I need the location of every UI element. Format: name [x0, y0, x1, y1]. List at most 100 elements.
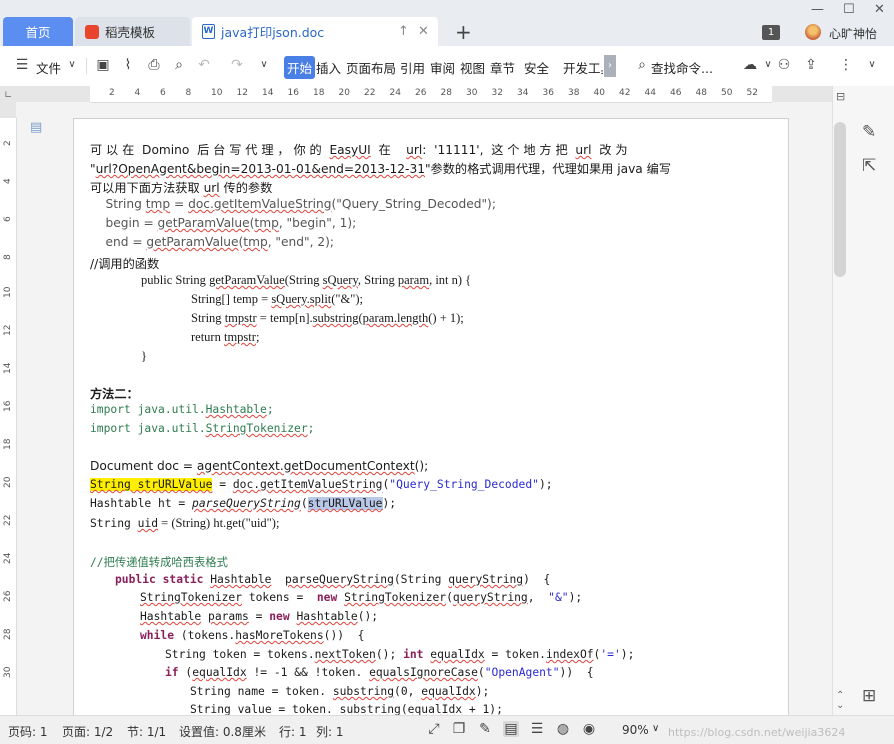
tab-home-label: 首页 — [25, 25, 51, 40]
ruler-tick-label: 8 — [185, 88, 192, 98]
web-view-icon[interactable]: ◍ — [555, 721, 571, 737]
ruler-tick-label: 6 — [3, 216, 13, 222]
ruler-tick-label: 40 — [593, 88, 605, 98]
format-painter-icon[interactable]: ⌇ — [120, 57, 136, 73]
ruler-tick-label: 24 — [3, 552, 13, 564]
window-count-badge[interactable]: 1 — [762, 25, 780, 40]
zoom-level[interactable]: 90% — [622, 723, 649, 737]
page-view-icon[interactable]: ▤ — [503, 721, 519, 737]
print-icon[interactable]: ⎙ — [146, 57, 162, 73]
document-page[interactable]: 可 以 在 Domino 后 台 写 代 理 ， 你 的 EasyUI 在 ur… — [73, 118, 789, 716]
tab-review[interactable]: 审阅 — [430, 58, 455, 77]
tab-security[interactable]: 安全 — [524, 58, 549, 77]
ruler-margin-left — [0, 86, 90, 102]
ruler-tick-label: 30 — [3, 666, 13, 678]
status-bar: 页码: 1 页面: 1/2 节: 1/1 设置值: 0.8厘米 行: 1 列: … — [0, 715, 894, 744]
tab-template[interactable]: 稻壳模板 — [75, 17, 190, 46]
ruler-margin-right — [772, 86, 832, 102]
search-icon[interactable]: ⌕ — [634, 57, 650, 73]
eye-protection-icon[interactable]: ◉ — [581, 721, 597, 737]
doc-line-19: String uid = (String) ht.get("uid"); — [90, 516, 280, 530]
ruler-tick-label: 38 — [568, 88, 580, 98]
ruler-tick-label: 46 — [670, 88, 682, 98]
fullscreen-icon[interactable]: ⤢ — [426, 721, 442, 737]
tab-reference[interactable]: 引用 — [400, 58, 425, 77]
tab-view[interactable]: 视图 — [460, 58, 485, 77]
close-window-icon[interactable]: ✕ — [874, 2, 885, 17]
status-page-number[interactable]: 页码: 1 — [8, 723, 48, 740]
tab-page-layout[interactable]: 页面布局 — [346, 58, 396, 77]
tab-chapter[interactable]: 章节 — [490, 58, 515, 77]
doc-line-5: begin = getParamValue(tmp, "begin", 1); — [90, 216, 357, 230]
cloud-chevron-icon[interactable]: ∨ — [760, 57, 776, 73]
tab-start[interactable]: 开始 — [284, 56, 316, 79]
collaborate-icon[interactable]: ⚇ — [776, 57, 792, 73]
tab-stop-icon[interactable]: ∟ — [4, 90, 12, 101]
print-preview-icon[interactable]: ⌕ — [171, 57, 187, 73]
cloud-sync-icon[interactable]: ☁ — [742, 57, 758, 73]
ruler-tick-label: 30 — [466, 88, 478, 98]
select-pointer-icon[interactable]: ⇱ — [862, 156, 876, 176]
doc-line-21: public static Hashtable parseQueryString… — [115, 573, 551, 586]
vertical-ruler[interactable]: 2 4 6 8 10 12 14 16 18 20 22 24 26 28 30 — [0, 118, 17, 715]
redo-icon[interactable]: ↷ — [229, 57, 245, 73]
pin-tab-icon[interactable]: ↑ — [398, 24, 409, 39]
doc-line-18: Hashtable ht = parseQueryString(strURLVa… — [90, 497, 397, 510]
undo-icon[interactable]: ↶ — [196, 57, 212, 73]
more-chevron-icon[interactable]: ∨ — [256, 57, 272, 73]
navigation-pane-icon[interactable]: ▤ — [30, 120, 42, 135]
ruler-top-margin — [0, 102, 16, 118]
read-mode-icon[interactable]: ❐ — [451, 721, 467, 737]
minimize-icon[interactable]: — — [811, 2, 824, 17]
save-icon[interactable]: ▣ — [95, 57, 111, 73]
share-icon[interactable]: ⇪ — [803, 57, 819, 73]
doc-line-4: String tmp = doc.getItemValueString("Que… — [90, 197, 496, 211]
doc-line-8: public String getParamValue(String sQuer… — [141, 273, 472, 287]
doc-line-15: import java.util.StringTokenizer; — [90, 422, 315, 435]
edit-pen-icon[interactable]: ✎ — [862, 122, 876, 142]
chevron-down-icon[interactable]: ∨ — [64, 57, 80, 73]
tab-home[interactable]: 首页 — [3, 17, 73, 46]
avatar[interactable] — [805, 24, 821, 40]
doc-line-3: 可以用下面方法获取 url 传的参数 — [90, 181, 273, 195]
tab-document[interactable]: W java打印json.doc ↑ ✕ — [192, 17, 438, 46]
doc-line-7: //调用的函数 — [90, 257, 160, 271]
tab-insert[interactable]: 插入 — [316, 58, 341, 77]
tab-developer[interactable]: 开发工具 — [563, 58, 603, 77]
write-mode-icon[interactable]: ✎ — [477, 721, 493, 737]
apps-grid-icon[interactable]: ⊞ — [862, 686, 876, 706]
menu-icon[interactable]: ☰ — [14, 57, 30, 73]
scroll-up-icon[interactable]: ⊟ — [836, 90, 845, 103]
ruler-tick-label: 14 — [3, 362, 13, 374]
status-page-count[interactable]: 页面: 1/2 — [62, 723, 113, 740]
status-setting-value[interactable]: 设置值: 0.8厘米 — [179, 723, 266, 740]
command-search[interactable]: 查找命令... — [651, 58, 713, 77]
more-icon[interactable]: ⋮ — [838, 57, 854, 73]
ruler-tick-label: 2 — [3, 140, 13, 146]
status-row[interactable]: 行: 1 — [279, 723, 307, 740]
ruler-tick-label: 52 — [746, 88, 758, 98]
scroll-page-down-icon[interactable]: ⌄ — [836, 700, 844, 711]
status-section[interactable]: 节: 1/1 — [127, 723, 166, 740]
zoom-chevron-icon[interactable]: ∨ — [652, 723, 659, 734]
horizontal-ruler[interactable]: 2 4 6 8 10 12 14 16 18 20 22 24 26 28 30 32 34 36 38 40 42 44… — [90, 86, 783, 103]
collapse-ribbon-icon[interactable]: ∨ — [864, 57, 880, 73]
doc-line-11: return tmpstr; — [191, 330, 260, 344]
ruler-tick-label: 12 — [236, 88, 248, 98]
new-tab-icon[interactable]: + — [455, 20, 472, 44]
ribbon-scroll-right-icon[interactable]: › — [604, 55, 616, 77]
tab-document-label: java打印json.doc — [221, 25, 325, 40]
status-column[interactable]: 列: 1 — [316, 723, 344, 740]
doc-line-1: 可 以 在 Domino 后 台 写 代 理 ， 你 的 EasyUI 在 ur… — [90, 143, 628, 157]
vertical-scrollbar[interactable] — [834, 122, 846, 277]
file-menu[interactable]: 文件 — [36, 58, 61, 77]
doc-line-6: end = getParamValue(tmp, "end", 2); — [90, 235, 334, 249]
outline-view-icon[interactable]: ☰ — [529, 721, 545, 737]
doc-line-12: } — [141, 349, 147, 363]
close-tab-icon[interactable]: ✕ — [418, 24, 429, 39]
doc-line-24: while (tokens.hasMoreTokens()) { — [140, 629, 365, 642]
user-name[interactable]: 心旷神怡 — [829, 25, 877, 42]
maximize-icon[interactable]: ☐ — [843, 2, 855, 17]
ruler-tick-label: 26 — [3, 590, 13, 602]
ruler-tick-label: 14 — [262, 88, 274, 98]
